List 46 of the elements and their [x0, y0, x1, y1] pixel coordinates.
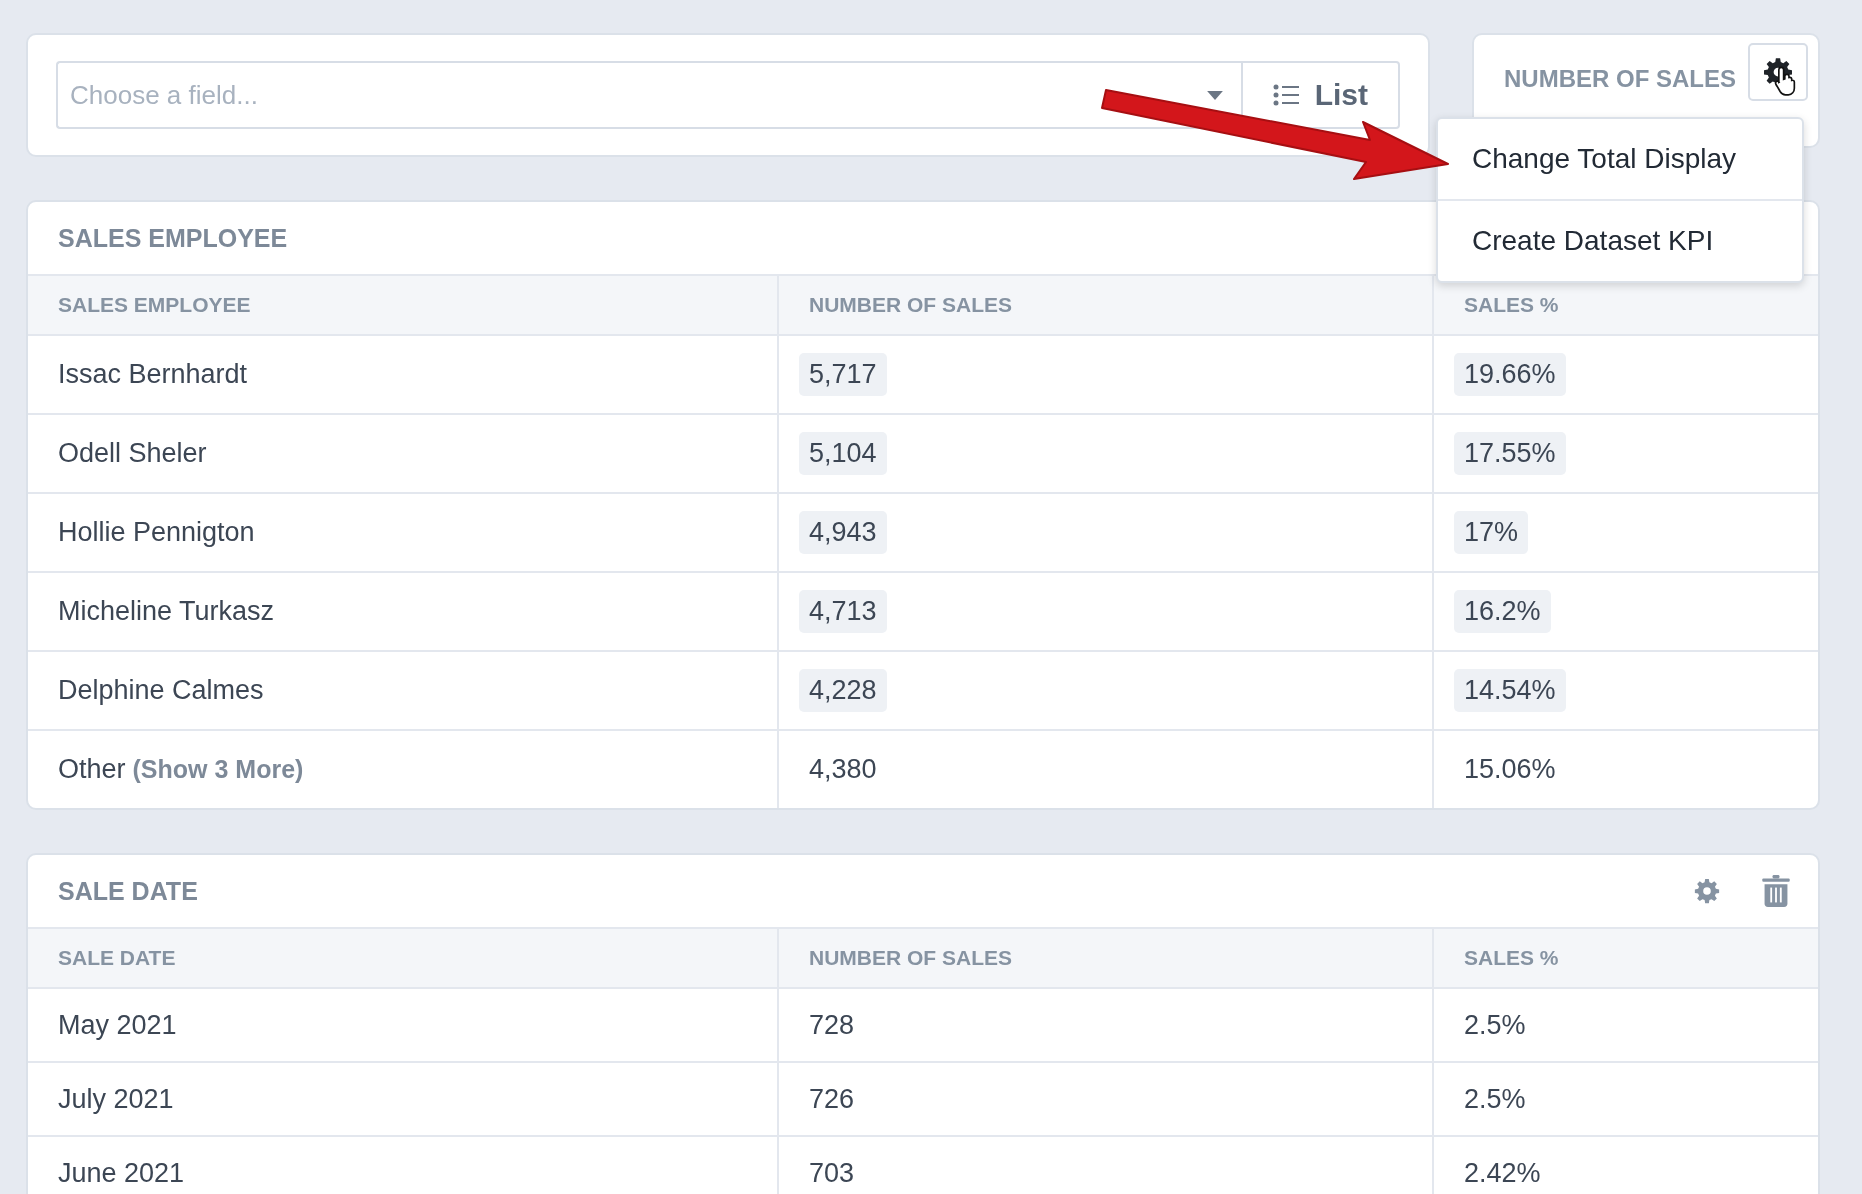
- value-badge: 5,104: [799, 432, 887, 475]
- kpi-title: NUMBER OF SALES: [1504, 65, 1736, 93]
- row-label: Odell Sheler: [58, 438, 207, 469]
- row-label: Hollie Pennigton: [58, 517, 255, 548]
- row-label: May 2021: [58, 1009, 177, 1041]
- row-label: Micheline Turkasz: [58, 596, 275, 627]
- row-label: June 2021: [58, 1157, 185, 1189]
- value-badge: 4,228: [799, 669, 887, 712]
- value-badge: 14.54%: [1454, 669, 1566, 712]
- field-placeholder: Choose a field...: [70, 79, 258, 111]
- table-cell-text: 726: [808, 1083, 855, 1115]
- column-header: SALE DATE: [28, 929, 779, 987]
- column-header: SALES %: [1463, 945, 1560, 971]
- table-cell-text: 4,380: [808, 754, 877, 785]
- list-view-button[interactable]: List: [1240, 61, 1400, 129]
- table-cell-text: 703: [808, 1157, 855, 1189]
- table-cell-text: 2.5%: [1463, 1009, 1526, 1041]
- row-label: July 2021: [58, 1083, 174, 1115]
- table-cell-text: 15.06%: [1463, 754, 1556, 785]
- list-icon: [1272, 84, 1299, 106]
- show-more-link[interactable]: (Show 3 More): [132, 755, 304, 784]
- value-badge: 17%: [1454, 511, 1529, 554]
- value-badge: 19.66%: [1454, 353, 1566, 396]
- table-title: SALES EMPLOYEE: [58, 223, 288, 253]
- table-title: SALE DATE: [58, 876, 198, 906]
- row-label: Delphine Calmes: [58, 675, 264, 706]
- settings-icon[interactable]: [1694, 878, 1720, 904]
- value-badge: 5,717: [799, 353, 887, 396]
- table-cell-text: 2.42%: [1463, 1157, 1541, 1189]
- value-badge: 4,713: [799, 590, 887, 633]
- menu-item[interactable]: Change Total Display: [1438, 119, 1802, 199]
- column-header: SALES %: [1463, 292, 1560, 318]
- row-label: Other: [58, 754, 126, 785]
- caret-icon: [1206, 90, 1223, 100]
- row-label: Issac Bernhardt: [58, 359, 248, 390]
- value-badge: 4,943: [799, 511, 887, 554]
- menu-item[interactable]: Create Dataset KPI: [1438, 199, 1802, 281]
- value-badge: 16.2%: [1454, 590, 1551, 633]
- trash-icon[interactable]: [1762, 875, 1790, 907]
- column-header: NUMBER OF SALES: [779, 929, 1434, 987]
- column-header: NUMBER OF SALES: [779, 276, 1434, 334]
- table-cell-text: 2.5%: [1463, 1083, 1526, 1115]
- value-badge: 17.55%: [1454, 432, 1566, 475]
- column-header: SALES EMPLOYEE: [28, 276, 779, 334]
- hand-cursor-icon: [1774, 65, 1798, 96]
- table-cell-text: 728: [808, 1009, 855, 1041]
